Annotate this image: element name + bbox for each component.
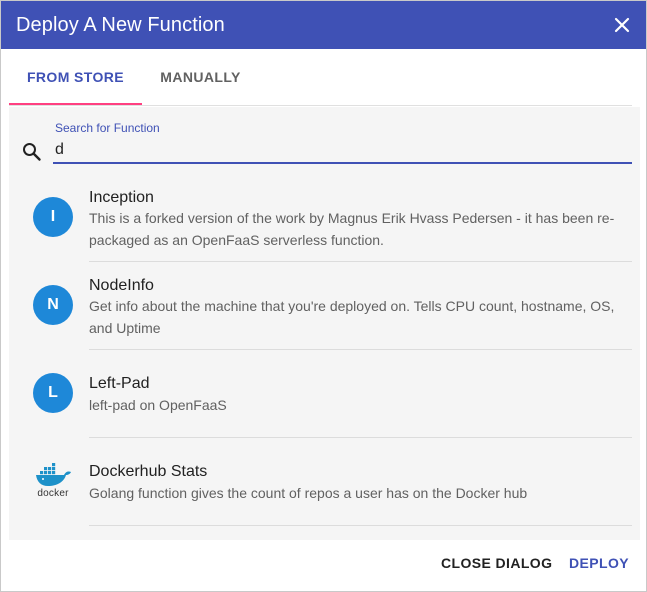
docker-logo-icon: docker: [31, 463, 75, 503]
function-name: Left-Pad: [89, 375, 150, 392]
dialog-title: Deploy A New Function: [16, 14, 225, 36]
deploy-button[interactable]: DEPLOY: [569, 555, 629, 571]
tab-from-store[interactable]: FROM STORE: [9, 49, 142, 105]
function-name: Inception: [89, 189, 154, 206]
function-store-panel: Search for Function I Inception This is …: [9, 107, 640, 540]
avatar: N: [33, 285, 73, 325]
tab-manually[interactable]: MANUALLY: [134, 49, 267, 105]
close-dialog-button[interactable]: CLOSE DIALOG: [441, 555, 552, 571]
divider: [89, 349, 632, 350]
tab-bar: FROM STORE MANUALLY: [9, 49, 632, 106]
function-description: left-pad on OpenFaaS: [89, 397, 227, 413]
list-item-inception[interactable]: I Inception This is a forked version of …: [9, 175, 632, 263]
search-field-label: Search for Function: [55, 121, 160, 135]
avatar: I: [33, 197, 73, 237]
search-icon: [22, 142, 42, 162]
divider: [89, 437, 632, 438]
docker-logo-text: docker: [37, 488, 69, 499]
close-icon[interactable]: [610, 13, 634, 37]
function-description: Golang function gives the count of repos…: [89, 485, 528, 501]
list-item-nodeinfo[interactable]: N NodeInfo Get info about the machine th…: [9, 263, 632, 351]
avatar: L: [33, 373, 73, 413]
function-description: This is a forked version of the work by …: [89, 210, 615, 248]
active-tab-indicator: [9, 103, 142, 105]
list-item-left-pad[interactable]: L Left-Pad left-pad on OpenFaaS: [9, 351, 632, 439]
list-item-dockerhub-stats[interactable]: docker Dockerhub Stats Golang function g…: [9, 439, 632, 527]
dialog-actions: CLOSE DIALOG DEPLOY: [1, 541, 646, 591]
function-description: Get info about the machine that you're d…: [89, 298, 615, 336]
deploy-function-dialog: Deploy A New Function FROM STORE MANUALL…: [0, 0, 647, 592]
divider: [89, 261, 632, 262]
function-name: Dockerhub Stats: [89, 463, 208, 480]
function-name: NodeInfo: [89, 277, 154, 294]
dialog-header: Deploy A New Function: [1, 1, 646, 49]
search-input[interactable]: [53, 138, 632, 164]
divider: [89, 525, 632, 526]
